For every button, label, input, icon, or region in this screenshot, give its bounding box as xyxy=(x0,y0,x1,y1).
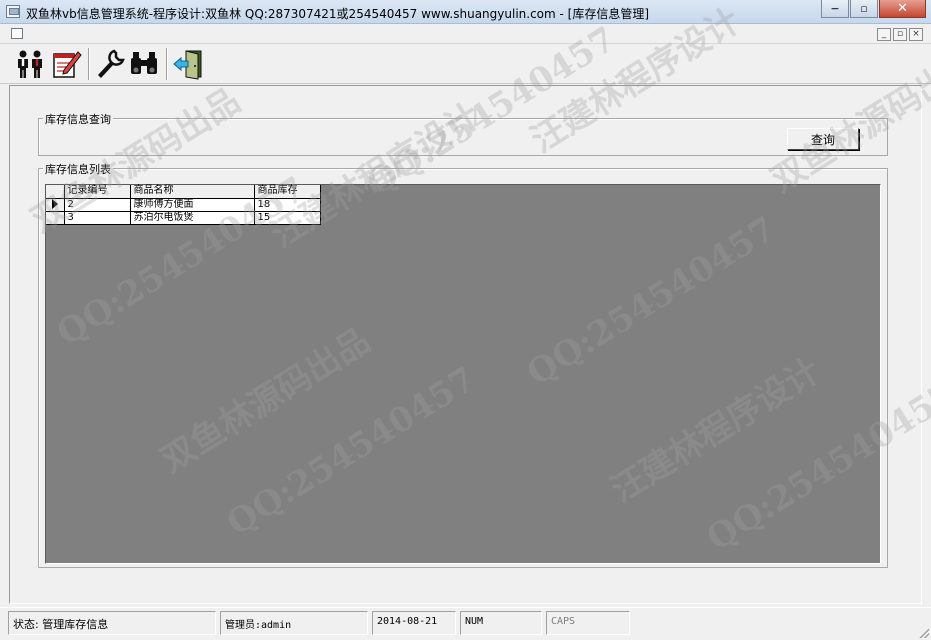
minimize-button[interactable]: − xyxy=(821,0,849,18)
column-header-name[interactable]: 商品名称 xyxy=(130,185,255,199)
inventory-datagrid[interactable]: 记录编号 商品名称 商品库存 2 康师傅方便面 18 3 苏泊尔电饭煲 15 xyxy=(45,184,881,564)
mdi-restore-button[interactable]: ▫ xyxy=(893,28,907,41)
binoculars-icon[interactable] xyxy=(128,48,160,80)
window-titlebar[interactable]: 双鱼林vb信息管理系统-程序设计:双鱼林 QQ:287307421或254540… xyxy=(0,0,931,24)
mdi-menubar: _ ▫ × xyxy=(0,24,931,44)
current-row-arrow-icon xyxy=(52,198,58,209)
inventory-table: 记录编号 商品名称 商品库存 2 康师傅方便面 18 3 苏泊尔电饭煲 15 xyxy=(46,185,321,225)
mdi-minimize-button[interactable]: _ xyxy=(877,28,891,41)
statusbar: 状态: 管理库存信息 管理员:admin 2014-08-21 NUM CAPS xyxy=(0,607,931,640)
cell-name[interactable]: 苏泊尔电饭煲 xyxy=(130,211,255,225)
users-icon[interactable] xyxy=(14,48,46,80)
cell-stock[interactable]: 15 xyxy=(254,211,321,225)
notepad-edit-icon[interactable] xyxy=(51,48,83,80)
column-header-id[interactable]: 记录编号 xyxy=(64,185,131,199)
table-row[interactable]: 2 康师傅方便面 18 xyxy=(46,198,321,212)
close-button[interactable]: ✕ xyxy=(879,0,926,18)
query-frame: 库存信息查询 查询 xyxy=(38,111,888,156)
cell-stock[interactable]: 18 xyxy=(254,198,321,212)
exit-door-icon[interactable] xyxy=(172,48,204,80)
cell-id[interactable]: 2 xyxy=(64,198,131,212)
cell-name[interactable]: 康师傅方便面 xyxy=(130,198,255,212)
query-frame-legend: 库存信息查询 xyxy=(43,111,113,127)
table-header-row: 记录编号 商品名称 商品库存 xyxy=(46,185,321,199)
table-row[interactable]: 3 苏泊尔电饭煲 15 xyxy=(46,211,321,225)
num-lock-panel: NUM xyxy=(460,611,542,635)
toolbar-separator xyxy=(166,48,168,80)
app-window-icon[interactable] xyxy=(6,5,20,18)
caps-lock-panel: CAPS xyxy=(546,611,630,635)
window-title: 双鱼林vb信息管理系统-程序设计:双鱼林 QQ:287307421或254540… xyxy=(26,7,650,21)
resize-grip-icon[interactable] xyxy=(917,626,929,638)
status-panel: 状态: 管理库存信息 xyxy=(8,611,216,635)
toolbar xyxy=(0,44,931,84)
row-selector[interactable] xyxy=(46,198,65,212)
date-panel: 2014-08-21 xyxy=(372,611,456,635)
wrench-icon[interactable] xyxy=(94,48,126,80)
list-frame: 库存信息列表 记录编号 商品名称 商品库存 2 康师傅方便面 18 3 苏泊尔电… xyxy=(38,161,888,568)
restore-button[interactable]: ▫ xyxy=(850,0,878,18)
column-header-stock[interactable]: 商品库存 xyxy=(254,185,321,199)
main-panel: 库存信息查询 查询 库存信息列表 记录编号 商品名称 商品库存 2 康师傅方便面… xyxy=(9,85,922,604)
admin-panel: 管理员:admin xyxy=(220,611,368,635)
row-selector-header[interactable] xyxy=(46,185,65,199)
mdi-child-icon[interactable] xyxy=(11,28,23,39)
cell-id[interactable]: 3 xyxy=(64,211,131,225)
mdi-close-button[interactable]: × xyxy=(909,28,923,41)
row-selector[interactable] xyxy=(46,211,65,225)
list-frame-legend: 库存信息列表 xyxy=(43,161,113,177)
toolbar-separator xyxy=(88,48,90,80)
query-button[interactable]: 查询 xyxy=(787,128,859,150)
